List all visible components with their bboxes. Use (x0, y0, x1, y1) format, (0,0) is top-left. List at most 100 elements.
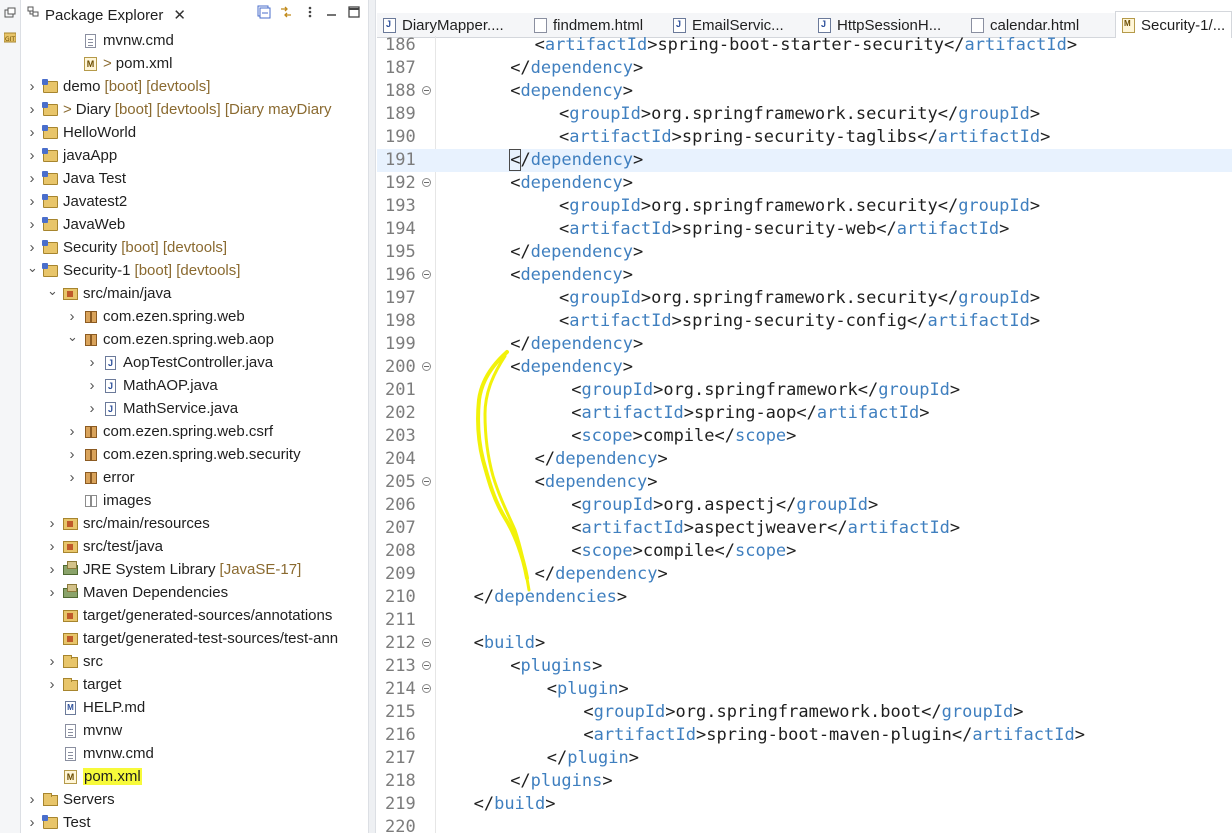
tree-item[interactable]: target/generated-test-sources/test-ann (21, 627, 361, 650)
tree-item-label: pom.xml (115, 55, 173, 72)
restore-view-icon[interactable] (4, 6, 16, 18)
chevron-down-icon[interactable]: ⌄ (47, 284, 58, 299)
chevron-right-icon[interactable]: › (87, 401, 97, 416)
yellow-annotation-stroke (476, 350, 531, 592)
chevron-right-icon[interactable]: › (47, 539, 57, 554)
tree-item[interactable]: › com.ezen.spring.web.security (21, 443, 361, 466)
tree-item[interactable]: › demo [boot] [devtools] (21, 75, 361, 98)
tree-item[interactable]: mvnw (21, 719, 361, 742)
tree-item[interactable]: target/generated-sources/annotations (21, 604, 361, 627)
tree-item-label: Security (63, 239, 118, 256)
tree-item[interactable]: images (21, 489, 361, 512)
chevron-right-icon[interactable]: › (27, 79, 37, 94)
tree-item-label: pom.xml (83, 768, 142, 785)
chevron-right-icon[interactable]: › (27, 217, 37, 232)
source-folder-icon (63, 608, 79, 624)
tree-item-label: src/test/java (83, 538, 164, 555)
chevron-right-icon[interactable]: › (27, 125, 37, 140)
close-icon[interactable]: ✕ (173, 6, 186, 24)
minimize-icon[interactable] (325, 5, 339, 19)
chevron-right-icon[interactable]: › (27, 240, 37, 255)
chevron-right-icon[interactable]: › (27, 171, 37, 186)
tree-item-label: Security-1 (63, 262, 131, 279)
project-icon (42, 193, 59, 210)
tree-item[interactable]: › JRE System Library [JavaSE-17] (21, 558, 361, 581)
tree-item[interactable]: › error (21, 466, 361, 489)
tree-item[interactable]: › > Diary [boot] [devtools] [Diary mayDiary (21, 98, 361, 121)
library-icon (63, 583, 79, 601)
chevron-right-icon[interactable]: › (27, 792, 37, 807)
dirty-marker: > (63, 101, 72, 118)
tree-item-label: MathService.java (123, 400, 239, 417)
chevron-right-icon[interactable]: › (47, 654, 57, 669)
tree-item-label: JavaWeb (63, 216, 126, 233)
package-icon (83, 424, 99, 440)
chevron-right-icon[interactable]: › (47, 516, 57, 531)
view-menu-icon[interactable] (303, 5, 317, 19)
markdown-file-icon: M (63, 700, 79, 716)
tree-item[interactable]: › J MathService.java (21, 397, 361, 420)
chevron-right-icon[interactable]: › (87, 378, 97, 393)
package-icon (83, 332, 99, 348)
collapse-all-icon[interactable] (257, 5, 271, 19)
git-icon[interactable]: GIT (3, 30, 17, 43)
chevron-right-icon[interactable]: › (87, 355, 97, 370)
tree-item-label: src (83, 653, 103, 670)
tree-item[interactable]: › src/test/java (21, 535, 361, 558)
tree-item[interactable]: › src/main/resources (21, 512, 361, 535)
tree-item[interactable]: M > pom.xml (21, 52, 361, 75)
tree-item[interactable]: › J AopTestController.java (21, 351, 361, 374)
chevron-right-icon[interactable]: › (47, 677, 57, 692)
package-icon (83, 447, 99, 463)
tree-item[interactable]: › JavaWeb (21, 213, 361, 236)
project-icon (42, 170, 59, 187)
tree-item-decoration: [boot] [devtools] (121, 239, 228, 256)
tree-item[interactable]: › J MathAOP.java (21, 374, 361, 397)
tree-item[interactable]: M HELP.md (21, 696, 361, 719)
tree-item[interactable]: › Java Test (21, 167, 361, 190)
project-icon (42, 216, 59, 233)
package-explorer-tab[interactable]: Package Explorer ✕ (23, 3, 190, 27)
tree-item[interactable]: › com.ezen.spring.web.csrf (21, 420, 361, 443)
tree-item[interactable]: › src (21, 650, 361, 673)
view-sash[interactable] (368, 0, 376, 833)
tree-item[interactable]: › target (21, 673, 361, 696)
chevron-down-icon[interactable]: ⌄ (27, 261, 38, 276)
chevron-right-icon[interactable]: › (27, 194, 37, 209)
tree-item[interactable]: › Javatest2 (21, 190, 361, 213)
project-icon (42, 147, 59, 164)
tree-item[interactable]: mvnw.cmd (21, 742, 361, 765)
link-with-editor-icon[interactable] (279, 5, 293, 19)
tree-item[interactable]: ⌄ com.ezen.spring.web.aop (21, 328, 361, 351)
tree-item[interactable]: ⌄ src/main/java (21, 282, 361, 305)
tree-item[interactable]: › Security [boot] [devtools] (21, 236, 361, 259)
chevron-right-icon[interactable]: › (67, 447, 77, 462)
tree-item[interactable]: › Servers (21, 788, 361, 811)
chevron-right-icon[interactable]: › (47, 562, 57, 577)
tree-item[interactable]: › HelloWorld (21, 121, 361, 144)
chevron-right-icon[interactable]: › (27, 148, 37, 163)
tree-item[interactable]: › javaApp (21, 144, 361, 167)
project-icon (42, 124, 59, 141)
maximize-icon[interactable] (347, 5, 361, 19)
chevron-right-icon[interactable]: › (27, 102, 37, 117)
tree-item[interactable]: › Test (21, 811, 361, 833)
tree-item[interactable]: Mpom.xml (21, 765, 361, 788)
package-explorer: Package Explorer ✕ mvnw.cmd M > pom.xml › dem… (21, 0, 368, 833)
tree-item[interactable]: › Maven Dependencies (21, 581, 361, 604)
chevron-down-icon[interactable]: ⌄ (67, 330, 78, 345)
chevron-right-icon[interactable]: › (47, 585, 57, 600)
tree-item-decoration: [boot] [devtools] [Diary mayDiary (114, 101, 332, 118)
chevron-right-icon[interactable]: › (67, 424, 77, 439)
tree-item-label: HelloWorld (63, 124, 137, 141)
tree-item-label: src/main/java (83, 285, 172, 302)
tree-item[interactable]: ⌄ Security-1 [boot] [devtools] (21, 259, 361, 282)
chevron-right-icon[interactable]: › (67, 309, 77, 324)
chevron-right-icon[interactable]: › (27, 815, 37, 830)
project-icon (42, 262, 59, 279)
chevron-right-icon[interactable]: › (67, 470, 77, 485)
tree-item[interactable]: › com.ezen.spring.web (21, 305, 361, 328)
tree-item[interactable]: mvnw.cmd (21, 29, 361, 52)
